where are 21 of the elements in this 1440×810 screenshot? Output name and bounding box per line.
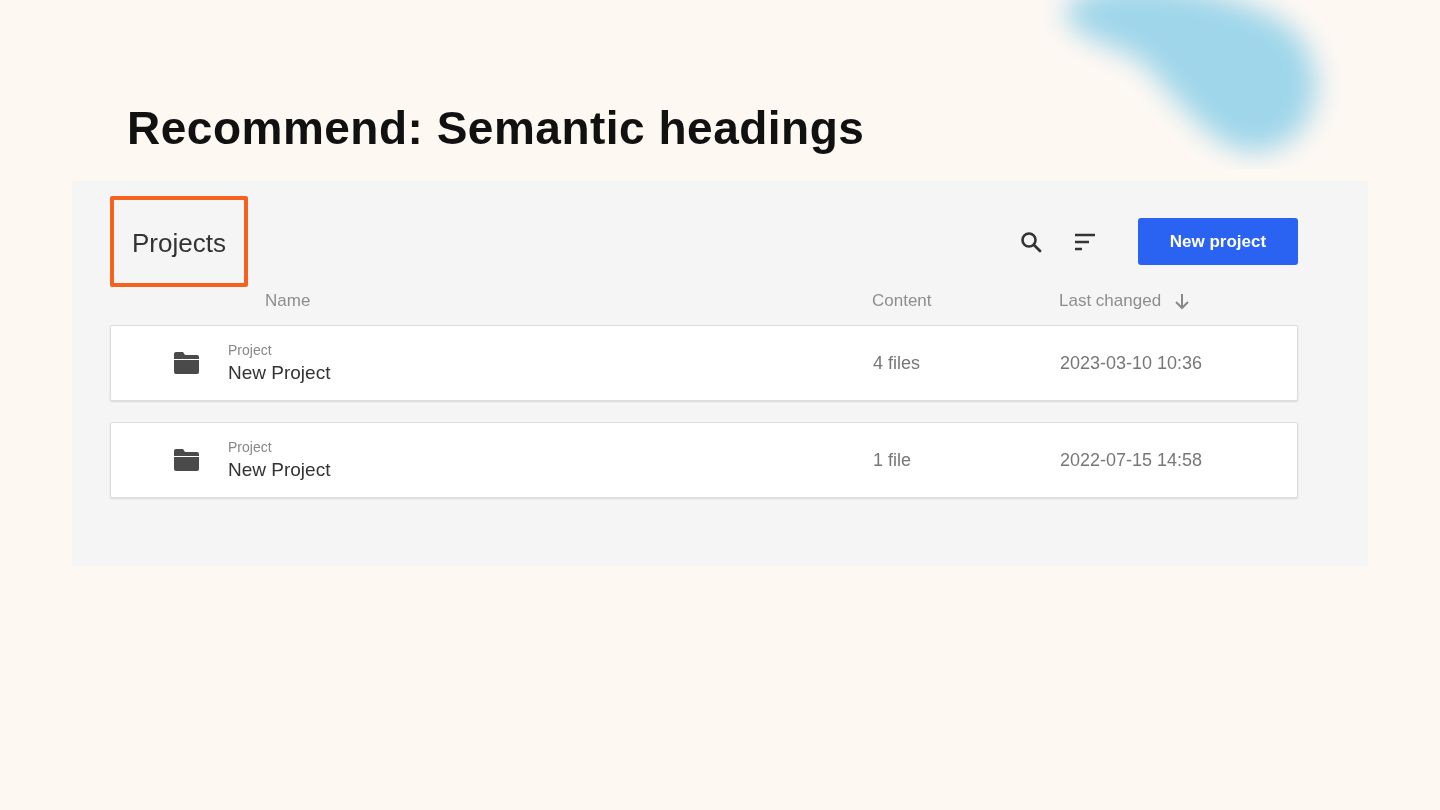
project-row[interactable]: Project New Project 1 file 2022-07-15 14:58 bbox=[110, 422, 1298, 498]
project-row[interactable]: Project New Project 4 files 2023-03-10 10:36 bbox=[110, 325, 1298, 401]
sort-icon[interactable] bbox=[1074, 232, 1096, 251]
folder-icon bbox=[173, 448, 200, 472]
column-header[interactable]: Name bbox=[265, 291, 311, 311]
new-project-button[interactable]: New project bbox=[1138, 218, 1298, 265]
project-name: New Project bbox=[228, 362, 331, 384]
content-cell: 4 files bbox=[873, 352, 921, 374]
date-cell: 2023-03-10 10:36 bbox=[1060, 352, 1203, 374]
date-cell: 2022-07-15 14:58 bbox=[1060, 449, 1203, 471]
project-name: New Project bbox=[228, 459, 331, 481]
search-icon[interactable] bbox=[1020, 230, 1042, 253]
column-header[interactable]: Content bbox=[872, 291, 932, 311]
arrow-down-icon[interactable] bbox=[1175, 292, 1190, 310]
row-type: Project bbox=[228, 342, 273, 358]
column-header[interactable]: Last changed bbox=[1059, 291, 1162, 311]
row-type: Project bbox=[228, 439, 273, 455]
slide-title: Recommend: Semantic headings bbox=[127, 101, 866, 156]
folder-icon bbox=[173, 351, 200, 375]
content-cell: 1 file bbox=[873, 449, 912, 471]
page-heading: Projects bbox=[132, 227, 226, 259]
